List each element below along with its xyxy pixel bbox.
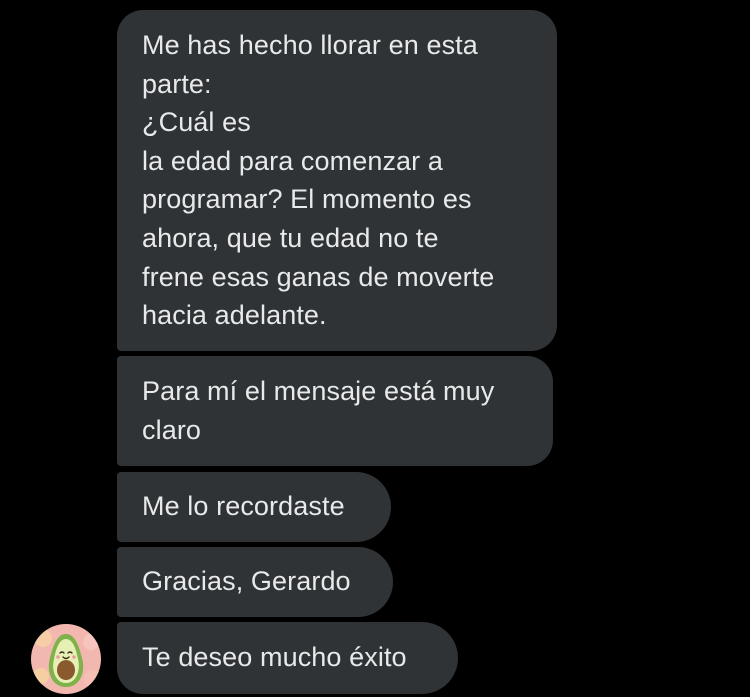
message-bubble[interactable]: Para mí el mensaje está muy claro xyxy=(117,356,553,466)
message-bubble[interactable]: Me lo recordaste xyxy=(117,472,391,542)
message-bubble[interactable]: Me has hecho llorar en esta parte: ¿Cuál… xyxy=(117,10,557,351)
sender-avatar[interactable] xyxy=(31,624,101,694)
dm-conversation: Me has hecho llorar en esta parte: ¿Cuál… xyxy=(0,0,750,697)
message-bubble[interactable]: Gracias, Gerardo xyxy=(117,547,393,617)
avocado-avatar-icon xyxy=(31,624,101,694)
message-bubble[interactable]: Te deseo mucho éxito xyxy=(117,622,458,694)
